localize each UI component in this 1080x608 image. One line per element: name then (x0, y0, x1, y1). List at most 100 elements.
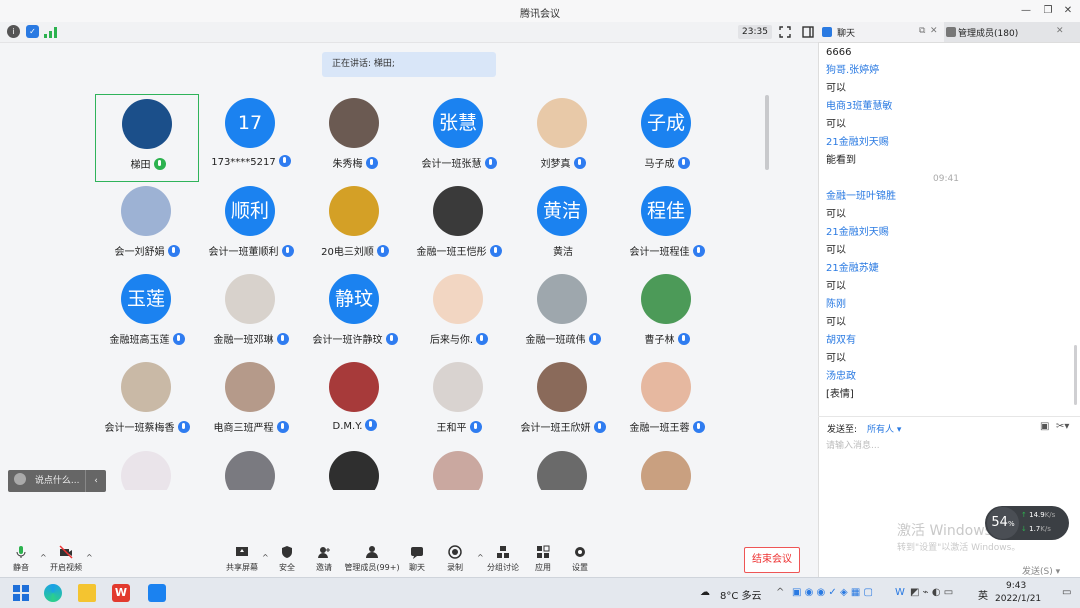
chat-sender[interactable]: 陈刚 (826, 296, 1066, 314)
chevron-up-icon[interactable]: ^ (40, 553, 47, 562)
file-explorer-icon[interactable] (78, 584, 96, 602)
avatar (225, 274, 275, 324)
participant-tile[interactable]: 黄洁 黄洁 (511, 182, 615, 270)
input-language[interactable]: 英 (978, 587, 988, 602)
chevron-up-icon[interactable]: ^ (262, 553, 269, 562)
close-icon[interactable]: ✕ (1060, 3, 1076, 19)
participant-tile[interactable]: 金融一班王恺彤 (407, 182, 511, 270)
activation-watermark-title: 激活 Windows (897, 523, 992, 539)
tab-chat[interactable]: 聊天 (837, 26, 855, 39)
chat-sender[interactable]: 21金融刘天赐 (826, 134, 1066, 152)
avatar: 子成 (641, 98, 691, 148)
close-members-icon[interactable]: ✕ (1056, 26, 1064, 36)
chat-sender[interactable]: 金融一班叶锦胜 (826, 188, 1066, 206)
chevron-up-icon[interactable]: ^ (86, 553, 93, 562)
participant-tile[interactable]: 静玟 会计一班许静玟 (303, 270, 407, 358)
participant-tile[interactable]: 会计一班王欣妍 (511, 358, 615, 446)
participant-tile[interactable]: 张慧 会计一班张慧 (407, 94, 511, 182)
wps-icon[interactable]: W (112, 584, 130, 602)
chat-input[interactable]: 请输入消息... (826, 438, 880, 451)
participant-tile[interactable]: 子成 马子成 (615, 94, 719, 182)
chat-sender[interactable]: 电商3班董慧敏 (826, 98, 1066, 116)
participant-tile[interactable]: 后来与你. (407, 270, 511, 358)
participant-tile[interactable]: 金融一班王蓉 (615, 358, 719, 446)
fullscreen-icon[interactable] (779, 26, 791, 38)
participant-name: 金融班高玉莲 (95, 331, 199, 346)
chat-messages: 6666 狗哥.张婷婷 可以 电商3班董慧敏 可以 21金融刘天赐 能看到 09:41 金融一班… (826, 44, 1066, 404)
gear-icon (573, 545, 587, 559)
chat-message: 可以 (826, 281, 846, 292)
popout-icon[interactable]: ⧉ (919, 26, 925, 36)
taskbar-date[interactable]: 2022/1/21 (995, 594, 1041, 604)
avatar[interactable] (225, 451, 275, 490)
taskbar-time[interactable]: 9:43 (1006, 581, 1026, 591)
participant-tile[interactable]: 金融一班疏伟 (511, 270, 615, 358)
minimize-icon[interactable]: — (1018, 3, 1034, 19)
avatar[interactable] (329, 451, 379, 490)
participant-tile[interactable]: D.M.Y. (303, 358, 407, 446)
avatar[interactable] (121, 451, 171, 490)
restore-icon[interactable]: ❐ (1040, 3, 1056, 19)
send-to-select[interactable]: 所有人 ▾ (867, 422, 901, 435)
send-button[interactable]: 发送(S) ▾ (1022, 564, 1060, 577)
chevron-up-icon[interactable]: ^ (477, 553, 484, 562)
tab-members[interactable]: 管理成员(180) (958, 26, 1018, 39)
participant-tile[interactable]: 会计一班蔡梅香 (95, 358, 199, 446)
notification-icon[interactable]: ▭ (1062, 587, 1071, 598)
participant-name: 电商三班严程 (199, 419, 303, 434)
end-meeting-button[interactable]: 结束会议 (744, 547, 800, 573)
share-screen-icon (235, 545, 249, 559)
weather-text[interactable]: 8°C 多云 (720, 587, 762, 602)
shield-icon[interactable]: ✓ (26, 25, 39, 38)
grid-scrollbar[interactable] (765, 95, 769, 170)
avatar: 17 (225, 98, 275, 148)
participant-tile[interactable]: 电商三班严程 (199, 358, 303, 446)
windows-start-icon[interactable] (12, 584, 30, 602)
collapse-icon[interactable]: ‹ (85, 470, 106, 492)
quick-chat-box[interactable]: 说点什么... ‹ (8, 470, 106, 492)
participant-tile[interactable]: 曹子林 (615, 270, 719, 358)
participant-tile[interactable]: 20电三刘顺 (303, 182, 407, 270)
chat-sender[interactable]: 汤忠政 (826, 368, 1066, 386)
avatar: 玉莲 (121, 274, 171, 324)
participant-tile[interactable]: 会一刘舒娟 (95, 182, 199, 270)
chat-sender[interactable]: 狗哥.张婷婷 (826, 62, 1066, 80)
gear-button[interactable]: 设置 (552, 545, 608, 573)
chat-sender[interactable]: 21金融苏婕 (826, 260, 1066, 278)
avatar (433, 274, 483, 324)
tencent-meeting-icon[interactable] (148, 584, 166, 602)
participant-tile[interactable]: 17 173****5217 (199, 94, 303, 182)
avatar[interactable] (537, 451, 587, 490)
avatar[interactable] (433, 451, 483, 490)
image-icon[interactable]: ▣ (1040, 421, 1049, 432)
tray-app-icons[interactable]: ▣ ◉ ◉ ✓ ◈ ▦ ▢ (792, 587, 873, 598)
participant-tile[interactable]: 顺利 会计一班董顺利 (199, 182, 303, 270)
layout-icon[interactable] (802, 26, 814, 38)
weather-icon[interactable]: ☁ (700, 587, 710, 598)
avatar (329, 362, 379, 412)
avatar (433, 186, 483, 236)
tray-system-icons[interactable]: ◩ ⌁ ◐ ▭ (910, 587, 953, 598)
close-chat-icon[interactable]: ✕ (930, 26, 938, 36)
edge-icon[interactable] (44, 584, 62, 602)
participant-tile[interactable]: 程佳 会计一班程佳 (615, 182, 719, 270)
mic-icon (484, 157, 497, 169)
participant-tile[interactable]: 金融一班邓琳 (199, 270, 303, 358)
tray-wps-icon[interactable]: W (895, 587, 905, 598)
participant-tile[interactable]: 梯田 (95, 94, 199, 182)
info-icon[interactable]: i (7, 25, 20, 38)
participant-name: D.M.Y. (303, 419, 407, 432)
emoji-icon[interactable] (14, 473, 26, 485)
participant-tile[interactable]: 王和平 (407, 358, 511, 446)
avatar[interactable] (641, 451, 691, 490)
participant-tile[interactable]: 刘梦真 (511, 94, 615, 182)
chat-scrollbar[interactable] (1074, 345, 1077, 405)
participant-tile[interactable]: 玉莲 金融班高玉莲 (95, 270, 199, 358)
participant-tile[interactable]: 朱秀梅 (303, 94, 407, 182)
chat-sender[interactable]: 胡双有 (826, 332, 1066, 350)
participant-name: 王和平 (407, 419, 511, 434)
screenshot-icon[interactable]: ✂▾ (1056, 421, 1069, 432)
tray-arrow-icon[interactable]: ^ (776, 587, 784, 598)
signal-icon[interactable] (44, 26, 58, 38)
chat-sender[interactable]: 21金融刘天赐 (826, 224, 1066, 242)
